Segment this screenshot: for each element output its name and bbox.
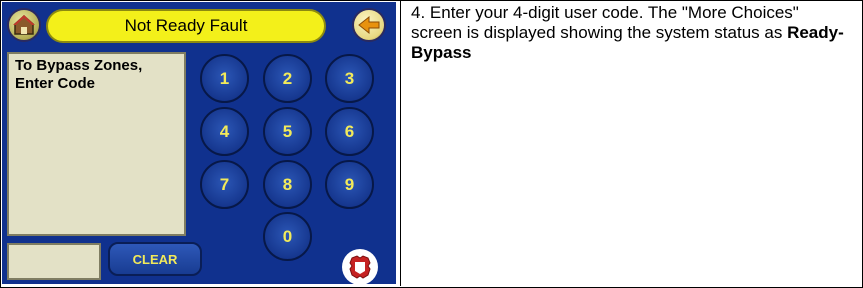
panic-shield-graphic — [349, 255, 371, 279]
home-icon[interactable] — [7, 8, 41, 42]
instructions-text: 4. Enter your 4-digit user code. The "Mo… — [411, 3, 851, 63]
back-arrow-graphic — [358, 15, 380, 35]
message-panel: To Bypass Zones, Enter Code — [7, 52, 186, 236]
key-7[interactable]: 7 — [200, 160, 249, 209]
key-3[interactable]: 3 — [325, 54, 374, 103]
key-4[interactable]: 4 — [200, 107, 249, 156]
key-0[interactable]: 0 — [263, 212, 312, 261]
key-1[interactable]: 1 — [200, 54, 249, 103]
back-arrow-icon[interactable] — [352, 8, 386, 42]
status-title-bar: Not Ready Fault — [46, 9, 326, 43]
key-6[interactable]: 6 — [325, 107, 374, 156]
key-2[interactable]: 2 — [263, 54, 312, 103]
key-8[interactable]: 8 — [263, 160, 312, 209]
panic-shield-icon[interactable] — [342, 249, 378, 284]
keypad-screen: Not Ready Fault To Bypass Zones, Enter C… — [2, 2, 396, 284]
home-icon-graphic — [13, 14, 35, 35]
code-entry-field[interactable] — [7, 243, 101, 280]
clear-button[interactable]: CLEAR — [108, 242, 202, 276]
key-9[interactable]: 9 — [325, 160, 374, 209]
status-title: Not Ready Fault — [124, 16, 248, 35]
key-5[interactable]: 5 — [263, 107, 312, 156]
table-column-divider — [400, 0, 401, 286]
instruction-step: 4. Enter your 4-digit user code. The "Mo… — [411, 3, 799, 42]
